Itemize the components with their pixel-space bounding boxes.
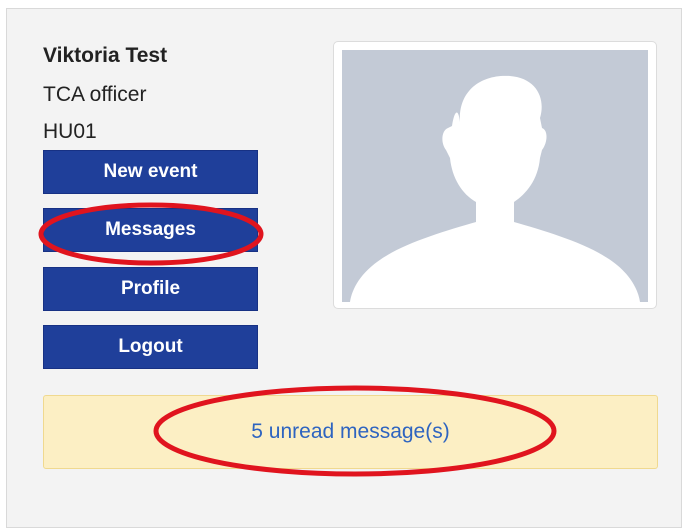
avatar [333, 41, 657, 309]
user-unit: HU01 [43, 120, 97, 143]
user-name: Viktoria Test [43, 44, 168, 67]
messages-button[interactable]: Messages [43, 208, 258, 252]
unread-messages-notice[interactable]: 5 unread message(s) [43, 395, 658, 469]
new-event-button[interactable]: New event [43, 150, 258, 194]
logout-button[interactable]: Logout [43, 325, 258, 369]
user-role: TCA officer [43, 83, 147, 106]
user-silhouette-icon [342, 50, 648, 302]
profile-button[interactable]: Profile [43, 267, 258, 311]
